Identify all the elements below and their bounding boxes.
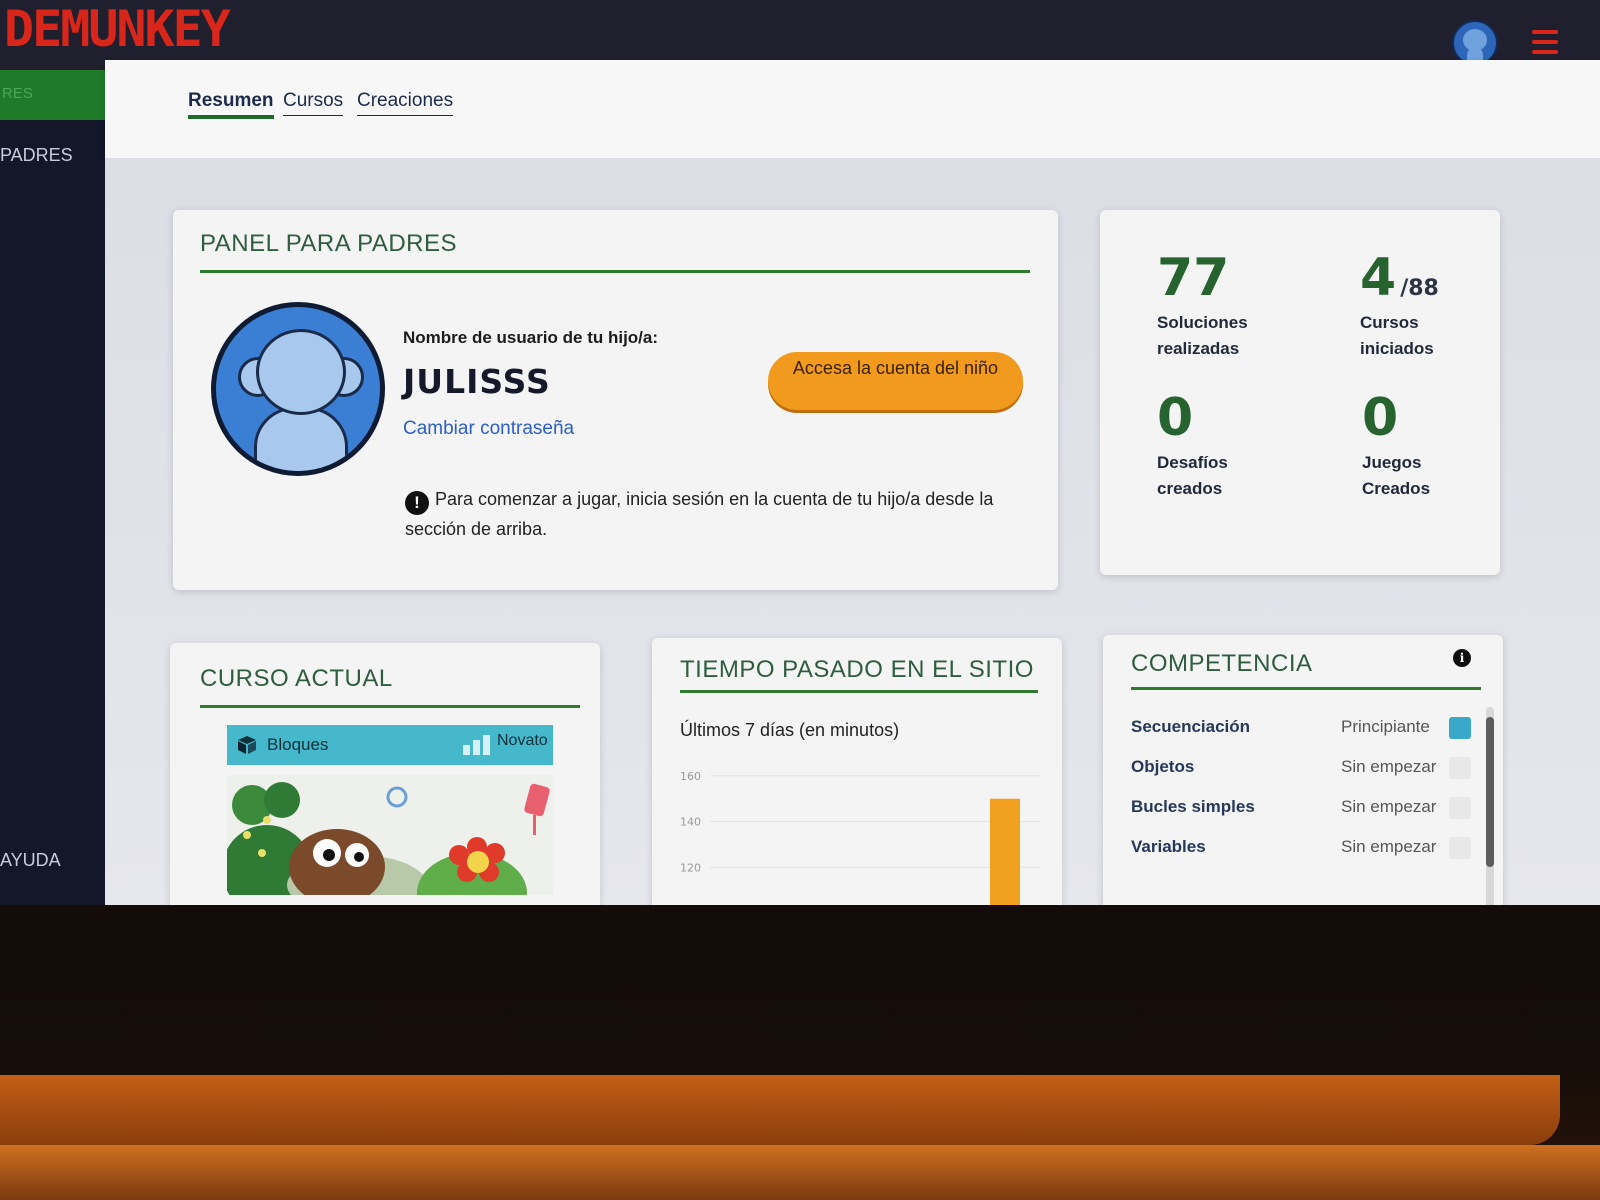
panel-title: PANEL PARA PADRES — [200, 230, 458, 257]
time-bar-chart: 160 140 120 — [680, 770, 1040, 905]
child-username: JULISSS — [403, 362, 551, 401]
username-label: Nombre de usuario de tu hijo/a: — [403, 328, 659, 347]
stat-label-courses: Cursos iniciados — [1360, 313, 1434, 358]
child-avatar-icon — [211, 302, 385, 476]
competency-title: COMPETENCIA — [1131, 650, 1313, 677]
y-tick-label: 160 — [680, 770, 701, 783]
parent-panel-card: PANEL PARA PADRES Nombre de usuario de t… — [173, 210, 1058, 590]
competency-status: Sin empezar — [1341, 837, 1437, 856]
sidebar-item-label: RES — [2, 85, 33, 102]
competency-level-swatch — [1449, 717, 1471, 739]
app-logo[interactable]: DEMUNKEY — [4, 2, 231, 56]
cube-icon — [238, 736, 256, 754]
competency-status: Sin empezar — [1341, 757, 1437, 776]
competency-level-swatch — [1449, 797, 1471, 819]
tab-resumen[interactable]: Resumen — [188, 90, 274, 119]
time-chart-subtitle: Últimos 7 días (en minutos) — [680, 720, 900, 740]
sidebar-item-padres[interactable]: PADRES — [0, 145, 73, 166]
hamburger-menu-icon[interactable] — [1532, 30, 1558, 56]
change-password-link[interactable]: Cambiar contraseña — [403, 418, 574, 440]
competency-row: Variables Sin empezar — [1131, 837, 1471, 867]
competency-card: COMPETENCIA i Secuenciación Principiante… — [1103, 635, 1503, 905]
sidebar-item-active[interactable]: RES — [0, 70, 105, 120]
course-name: Bloques — [267, 735, 329, 754]
competency-scrollbar[interactable] — [1486, 707, 1494, 905]
competency-level-swatch — [1449, 837, 1471, 859]
stat-value-solutions: 77 — [1157, 248, 1230, 308]
title-divider — [200, 705, 580, 708]
alert-icon: ! — [405, 491, 429, 515]
current-course-card: CURSO ACTUAL Bloques Novato — [170, 643, 600, 905]
current-course-title: CURSO ACTUAL — [200, 665, 393, 692]
tab-cursos[interactable]: Cursos — [283, 90, 344, 116]
competency-status: Principiante — [1341, 717, 1430, 736]
competency-name: Objetos — [1131, 757, 1195, 776]
title-divider — [200, 270, 1030, 273]
level-bars-icon — [463, 735, 490, 755]
title-divider — [680, 690, 1038, 693]
stats-card: 77 Soluciones realizadas 4/88 Cursos ini… — [1100, 210, 1500, 575]
course-level: Novato — [497, 732, 548, 749]
competency-row: Objetos Sin empezar — [1131, 757, 1471, 787]
competency-row: Secuenciación Principiante — [1131, 717, 1471, 747]
stat-value-challenges: 0 — [1157, 388, 1194, 448]
laptop-hinge — [0, 1075, 1560, 1145]
tab-creaciones[interactable]: Creaciones — [357, 90, 454, 116]
y-tick-label: 120 — [680, 861, 701, 874]
course-illustration — [227, 775, 553, 895]
sidebar: RES PADRES AYUDA — [0, 70, 105, 905]
y-tick-label: 140 — [680, 816, 701, 829]
notice-text: Para comenzar a jugar, inicia sesión en … — [405, 489, 994, 539]
desk-surface — [0, 1145, 1600, 1200]
sidebar-item-ayuda[interactable]: AYUDA — [0, 850, 61, 871]
title-divider — [1131, 687, 1481, 690]
time-on-site-title: TIEMPO PASADO EN EL SITIO — [680, 656, 1034, 683]
sub-navigation: Resumen Cursos Creaciones — [105, 60, 1600, 158]
competency-name: Bucles simples — [1131, 797, 1255, 816]
stat-label-games: Juegos Creados — [1362, 453, 1431, 498]
competency-status: Sin empezar — [1341, 797, 1437, 816]
access-child-account-button[interactable]: Accesa la cuenta del niño — [768, 352, 1023, 410]
competency-name: Variables — [1131, 837, 1206, 856]
stat-label-challenges: Desafíos creados — [1157, 453, 1228, 498]
main-content: PANEL PARA PADRES Nombre de usuario de t… — [105, 158, 1600, 905]
time-bar — [990, 798, 1020, 905]
course-banner[interactable]: Bloques Novato — [227, 725, 553, 765]
competency-name: Secuenciación — [1131, 717, 1251, 736]
info-icon[interactable]: i — [1453, 649, 1471, 667]
competency-row: Bucles simples Sin empezar — [1131, 797, 1471, 827]
stat-label-solutions: Soluciones realizadas — [1157, 313, 1248, 358]
login-notice: ! Para comenzar a jugar, inicia sesión en… — [405, 485, 1025, 544]
stat-value-courses: 4/88 — [1360, 248, 1439, 308]
time-on-site-card: TIEMPO PASADO EN EL SITIO Últimos 7 días… — [652, 638, 1062, 905]
competency-level-swatch — [1449, 757, 1471, 779]
stat-value-games: 0 — [1362, 388, 1399, 448]
screen: DEMUNKEY RES PADRES AYUDA Resumen Cursos… — [0, 0, 1600, 905]
scrollbar-thumb[interactable] — [1486, 717, 1494, 867]
